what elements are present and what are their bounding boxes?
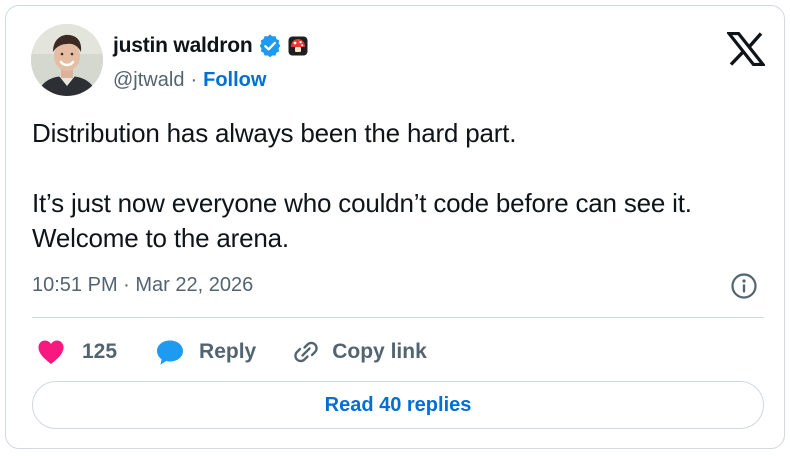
like-button[interactable]: 125 <box>36 338 155 366</box>
follow-link[interactable]: Follow <box>203 69 266 92</box>
tweet-embed-card: justin waldron @jtwald · Follow Distribu… <box>5 5 785 449</box>
verified-badge-icon <box>258 34 282 58</box>
info-icon[interactable] <box>730 272 758 300</box>
read-replies-button[interactable]: Read 40 replies <box>32 381 764 429</box>
tweet-timestamp[interactable]: 10:51 PM · Mar 22, 2026 <box>32 274 253 297</box>
divider <box>32 317 764 318</box>
action-bar: 125 Reply Copy link <box>36 334 427 370</box>
separator-dot: · <box>190 68 198 91</box>
copy-link-label: Copy link <box>332 340 427 363</box>
tweet-paragraph-2: It’s just now everyone who couldn’t code… <box>32 188 692 253</box>
mushroom-icon <box>288 36 308 56</box>
reply-button[interactable]: Reply <box>155 338 292 366</box>
author-name-row: justin waldron <box>113 32 308 60</box>
tweet-text: Distribution has always been the hard pa… <box>32 116 752 256</box>
link-icon <box>292 338 320 366</box>
reply-bubble-icon <box>155 338 185 366</box>
tweet-paragraph-1: Distribution has always been the hard pa… <box>32 118 517 148</box>
author-name[interactable]: justin waldron <box>113 34 253 58</box>
author-handle-row: @jtwald · Follow <box>113 66 266 94</box>
copy-link-button[interactable]: Copy link <box>292 338 427 366</box>
heart-icon <box>36 338 66 366</box>
reply-label: Reply <box>199 340 257 363</box>
x-logo-icon[interactable] <box>725 31 767 67</box>
profile-photo <box>31 24 103 96</box>
like-count: 125 <box>82 340 118 363</box>
author-avatar[interactable] <box>31 24 103 96</box>
author-handle[interactable]: @jtwald <box>113 69 184 92</box>
